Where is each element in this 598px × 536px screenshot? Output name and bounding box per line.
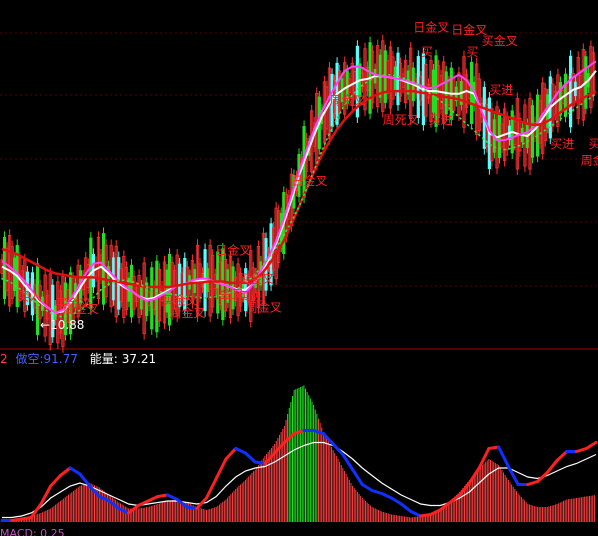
macd-dif-segment (49, 474, 62, 488)
signal-label: 日金叉 (413, 19, 449, 34)
macd-dif-segment (409, 510, 423, 518)
macd-dif-segment (341, 453, 355, 471)
short-label: 做空: (15, 352, 44, 366)
macd-dif-segment (584, 441, 598, 450)
macd-dif-segment (58, 466, 72, 477)
stock-chart: 买入 买金叉 周金叉 买金叉 周金叉 日金叉 周金叉 买金叉 买进 周金叉 日金叉 周金叉 日金叉 日金叉… (0, 0, 598, 536)
macd-dif-segment (360, 483, 374, 492)
signal-label: 买金叉 (238, 271, 274, 286)
macd-dif-segment (68, 466, 82, 476)
signal-label: 周金叉 (170, 305, 206, 320)
signal-label: 买进 (428, 113, 452, 127)
signal-label: 日金叉 (291, 173, 327, 188)
signal-label: 买进 (489, 83, 513, 97)
macd-dif-segment (224, 447, 238, 461)
macd-label: MACD: 0.25 (0, 527, 65, 536)
macd-dif-segment (214, 457, 228, 480)
macd-dif-segment (166, 493, 179, 501)
macd-dif-segment (39, 484, 53, 506)
signal-label: 周金叉 (63, 301, 99, 316)
macd-dif-segment (555, 450, 569, 462)
energy-value: 37.21 (121, 352, 157, 366)
signal-label: 买入 (17, 290, 41, 304)
macd-dif-segment (331, 442, 345, 456)
signal-label: 周死叉 (383, 113, 419, 127)
short-value: 91.77 (43, 352, 78, 366)
macd-dif-segment (575, 447, 588, 453)
indicator-status-bar: 2 做空:91.77 能量: 37.21 (0, 350, 160, 366)
macd-dif-segment (370, 489, 384, 495)
signal-label: 买进 (588, 137, 598, 151)
status-prefix: 2 (0, 352, 8, 366)
signal-label: 日金叉 (215, 242, 251, 257)
macd-dif-segment (146, 495, 160, 503)
macd-dif-segment (380, 492, 394, 500)
macd-dif-segment (497, 445, 510, 468)
signal-label: 周金叉 (246, 299, 282, 314)
macd-dif-segment (526, 480, 540, 486)
macd-dif-segment (390, 496, 403, 506)
macd-dif-segment (536, 471, 549, 483)
macd-dif-segment (506, 465, 520, 486)
macd-dif-segment (545, 459, 559, 474)
min-price-label: ←10.88 (40, 318, 84, 332)
macd-dif-segment (204, 477, 218, 500)
signal-label: 买进 (550, 137, 574, 151)
signal-label: 周金叉 (329, 93, 365, 108)
macd-dif-segment (234, 447, 247, 455)
signal-label: 买 (467, 45, 479, 59)
macd-dif-segment (243, 451, 257, 464)
chart-canvas: 买入 买金叉周金叉买金叉周金叉日金叉周金叉买金叉买进周金叉日金叉周金叉日金叉 日金叉… (0, 19, 598, 522)
macd-dif-segment (351, 468, 364, 486)
signal-label: 买金叉 (482, 33, 518, 48)
macd-dif-segment (399, 502, 413, 513)
signal-label: 周金叉 (581, 153, 598, 168)
energy-label: 能量: (89, 352, 118, 366)
signal-label: 买 (421, 45, 433, 59)
